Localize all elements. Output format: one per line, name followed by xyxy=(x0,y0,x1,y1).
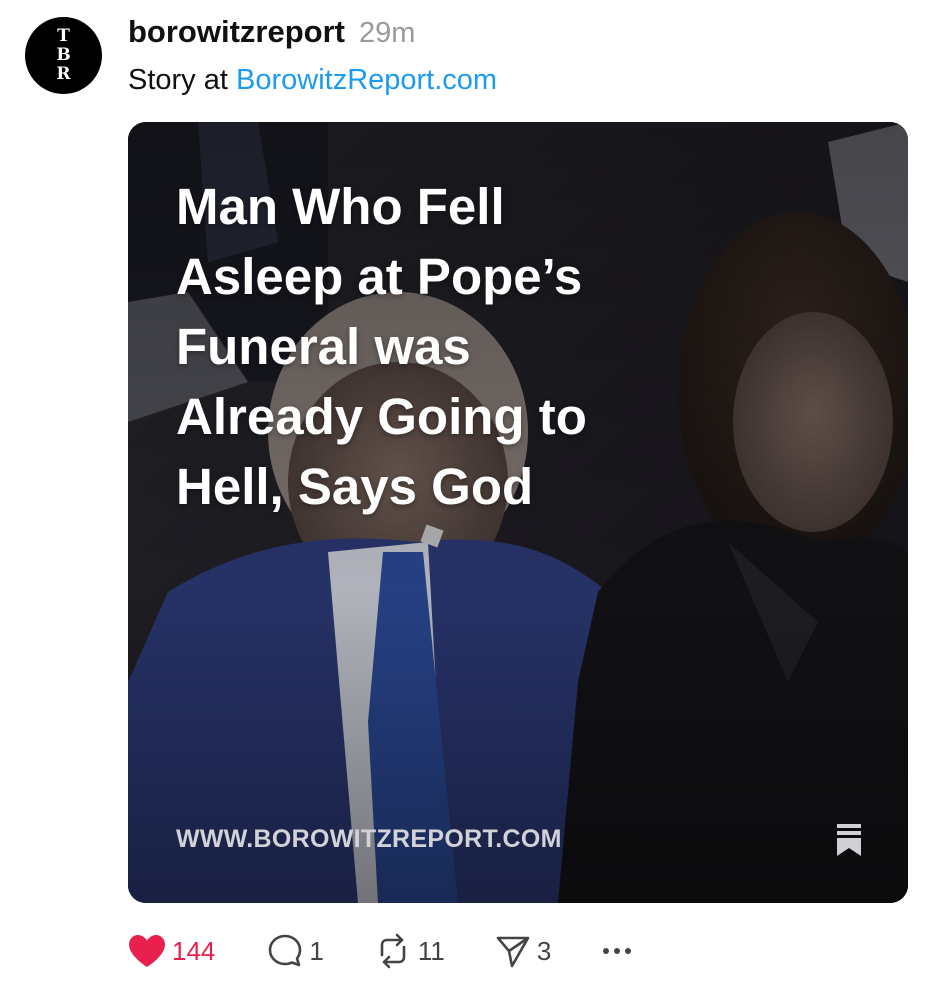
action-bar: 144 1 11 3 xyxy=(128,928,633,974)
post-caption: Story at BorowitzReport.com xyxy=(128,64,914,97)
bookmark-icon[interactable] xyxy=(836,823,862,857)
more-icon xyxy=(603,948,632,954)
caption-link[interactable]: BorowitzReport.com xyxy=(236,64,497,96)
post: T B R borowitzreport 29m Story at Borowi… xyxy=(0,0,934,1000)
link-preview-card[interactable]: Man Who Fell Asleep at Pope’s Funeral wa… xyxy=(128,122,908,903)
name-row: borowitzreport 29m xyxy=(128,14,914,54)
avatar[interactable]: T B R xyxy=(25,17,102,94)
repost-count: 11 xyxy=(417,935,445,966)
avatar-letter: B xyxy=(56,45,71,65)
username[interactable]: borowitzreport xyxy=(128,14,345,50)
repost-button[interactable]: 11 xyxy=(374,933,445,969)
post-header: borowitzreport 29m Story at BorowitzRepo… xyxy=(128,14,914,97)
comment-icon xyxy=(269,934,302,967)
reply-count: 1 xyxy=(309,935,324,966)
caption-text: Story at xyxy=(128,64,228,96)
heart-icon xyxy=(129,935,165,967)
repost-icon xyxy=(380,933,406,969)
avatar-letter: R xyxy=(56,64,71,84)
timestamp: 29m xyxy=(359,17,416,49)
avatar-letter: T xyxy=(57,26,70,46)
more-button[interactable] xyxy=(601,946,633,956)
like-button[interactable]: 144 xyxy=(128,934,215,968)
card-headline: Man Who Fell Asleep at Pope’s Funeral wa… xyxy=(176,178,587,515)
send-icon xyxy=(496,936,530,968)
reply-button[interactable]: 1 xyxy=(267,933,324,969)
like-count: 144 xyxy=(172,935,216,966)
card-domain: WWW.BOROWITZREPORT.COM xyxy=(176,825,562,853)
share-count: 3 xyxy=(536,935,552,966)
share-button[interactable]: 3 xyxy=(495,933,551,969)
